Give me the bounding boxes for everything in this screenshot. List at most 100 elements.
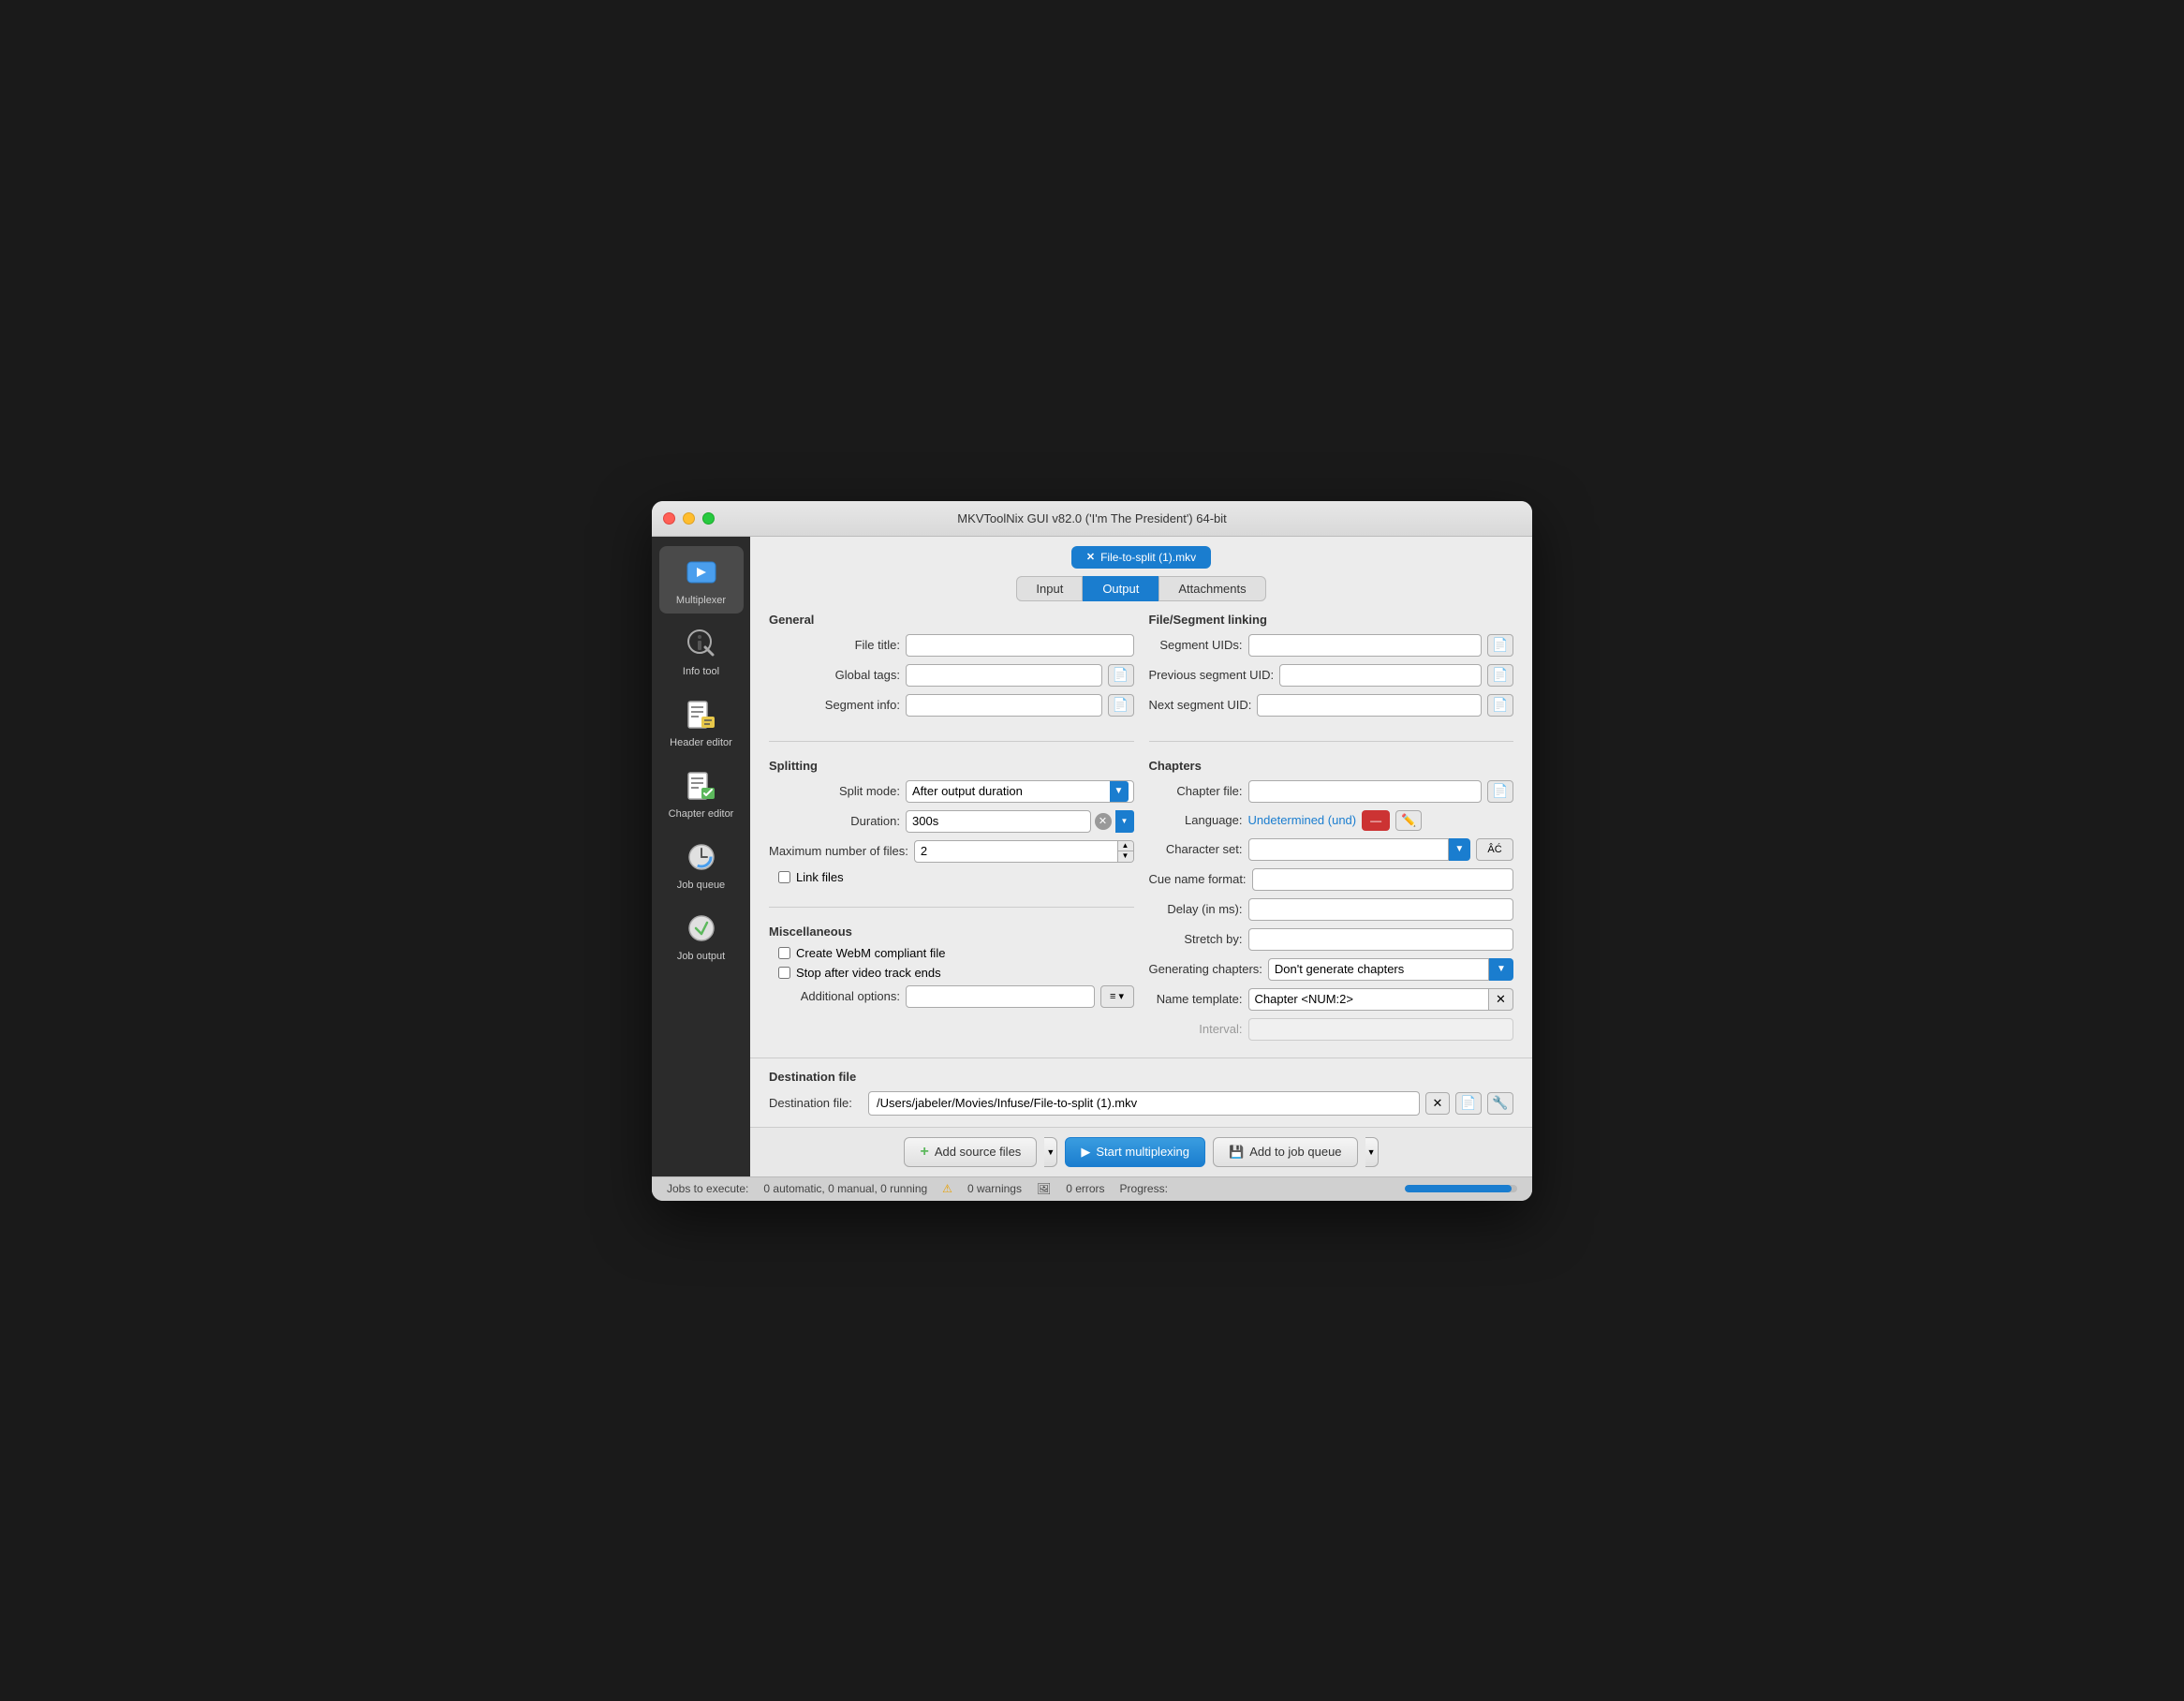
destination-extra-button[interactable]: 🔧 xyxy=(1487,1092,1513,1115)
global-tags-browse-button[interactable]: 📄 xyxy=(1108,664,1134,687)
add-to-job-queue-arrow-button[interactable]: ▼ xyxy=(1365,1137,1379,1167)
stretch-label: Stretch by: xyxy=(1149,932,1243,946)
jobs-value: 0 automatic, 0 manual, 0 running xyxy=(763,1182,927,1195)
sidebar-item-header-editor[interactable]: Header editor xyxy=(659,688,744,756)
segment-uids-input[interactable] xyxy=(1248,634,1483,657)
generating-chapters-select[interactable]: Don't generate chapters When splitting i… xyxy=(1268,958,1489,981)
next-segment-uid-input[interactable] xyxy=(1257,694,1482,717)
jobs-label: Jobs to execute: xyxy=(667,1182,748,1195)
chapter-file-input[interactable] xyxy=(1248,780,1483,803)
destination-browse-button[interactable]: 📄 xyxy=(1455,1092,1482,1115)
character-set-select[interactable] xyxy=(1248,838,1449,861)
output-tabs: Input Output Attachments xyxy=(750,576,1532,601)
add-source-label: Add source files xyxy=(935,1145,1022,1159)
language-clear-button[interactable]: — xyxy=(1362,810,1390,831)
sidebar-item-job-output[interactable]: Job output xyxy=(659,902,744,969)
destination-input[interactable] xyxy=(868,1091,1420,1116)
start-label: Start multiplexing xyxy=(1096,1145,1189,1159)
file-tab-close[interactable]: ✕ xyxy=(1086,551,1095,563)
duration-input[interactable] xyxy=(906,810,1091,833)
next-segment-uid-label: Next segment UID: xyxy=(1149,698,1252,712)
interval-input xyxy=(1248,1018,1514,1041)
segment-info-row: Segment info: 📄 xyxy=(769,694,1134,717)
tab-attachments[interactable]: Attachments xyxy=(1158,576,1265,601)
file-tab[interactable]: ✕ File-to-split (1).mkv xyxy=(1071,546,1211,569)
add-source-files-arrow-button[interactable]: ▼ xyxy=(1044,1137,1057,1167)
link-files-row: Link files xyxy=(769,870,1134,884)
segment-info-browse-button[interactable]: 📄 xyxy=(1108,694,1134,717)
language-label: Language: xyxy=(1149,813,1243,827)
duration-spinner-button[interactable]: ▼ xyxy=(1115,810,1134,833)
duration-wrap: ✕ ▼ xyxy=(906,810,1134,833)
duration-clear-button[interactable]: ✕ xyxy=(1095,813,1112,830)
additional-options-button[interactable]: ≡ ▾ xyxy=(1100,985,1134,1008)
character-set-label: Character set: xyxy=(1149,842,1243,856)
file-segment-title: File/Segment linking xyxy=(1149,613,1514,627)
name-template-row: Name template: ✕ xyxy=(1149,988,1514,1011)
sidebar-item-label: Header editor xyxy=(670,737,732,748)
progress-bar-fill xyxy=(1405,1185,1512,1192)
character-set-special-button[interactable]: ÂĆ xyxy=(1476,838,1513,861)
sidebar-item-label: Multiplexer xyxy=(676,595,726,606)
progress-bar-wrap xyxy=(1405,1185,1517,1192)
generating-chapters-dropdown-button[interactable]: ▼ xyxy=(1489,958,1513,981)
character-set-row: Character set: ▼ ÂĆ xyxy=(1149,838,1514,861)
prev-segment-uid-browse-button[interactable]: 📄 xyxy=(1487,664,1513,687)
link-files-checkbox[interactable] xyxy=(778,871,790,883)
header-editor-icon xyxy=(683,696,720,733)
tab-output[interactable]: Output xyxy=(1083,576,1158,601)
chapter-file-label: Chapter file: xyxy=(1149,784,1243,798)
right-panel: File/Segment linking Segment UIDs: 📄 Pre… xyxy=(1149,613,1514,1048)
max-files-input[interactable] xyxy=(914,840,1118,863)
prev-segment-uid-row: Previous segment UID: 📄 xyxy=(1149,664,1514,687)
stop-video-checkbox[interactable] xyxy=(778,967,790,979)
segment-uids-browse-button[interactable]: 📄 xyxy=(1487,634,1513,657)
stretch-input[interactable] xyxy=(1248,928,1514,951)
sidebar-item-info-tool[interactable]: Info tool xyxy=(659,617,744,685)
destination-row: Destination file: ✕ 📄 🔧 xyxy=(769,1091,1513,1116)
language-edit-button[interactable]: ✏️ xyxy=(1395,810,1422,831)
maximize-button[interactable] xyxy=(702,512,715,525)
name-template-clear-button[interactable]: ✕ xyxy=(1489,988,1513,1011)
split-mode-select[interactable]: After output duration Don't split After … xyxy=(906,780,1134,803)
interval-label: Interval: xyxy=(1149,1022,1243,1036)
main-panels: General File title: Global tags: 📄 Segme… xyxy=(750,613,1532,1048)
cue-name-input[interactable] xyxy=(1252,868,1513,891)
next-segment-uid-browse-button[interactable]: 📄 xyxy=(1487,694,1513,717)
delay-input[interactable] xyxy=(1248,898,1514,921)
max-files-up-button[interactable]: ▲ xyxy=(1118,841,1133,852)
prev-segment-uid-input[interactable] xyxy=(1279,664,1482,687)
start-multiplexing-button[interactable]: ▶ Start multiplexing xyxy=(1065,1137,1205,1167)
sidebar-item-label: Job output xyxy=(677,951,725,962)
segment-info-label: Segment info: xyxy=(769,698,900,712)
name-template-input[interactable] xyxy=(1248,988,1490,1011)
additional-options-label: Additional options: xyxy=(769,989,900,1003)
additional-options-input[interactable] xyxy=(906,985,1095,1008)
close-button[interactable] xyxy=(663,512,675,525)
add-to-job-queue-button[interactable]: 💾 Add to job queue xyxy=(1213,1137,1358,1167)
name-template-label: Name template: xyxy=(1149,992,1243,1006)
stop-video-label: Stop after video track ends xyxy=(796,966,941,980)
destination-clear-button[interactable]: ✕ xyxy=(1425,1092,1450,1115)
minimize-button[interactable] xyxy=(683,512,695,525)
job-queue-icon xyxy=(683,838,720,876)
character-set-dropdown-button[interactable]: ▼ xyxy=(1449,838,1470,861)
sidebar-item-job-queue[interactable]: Job queue xyxy=(659,831,744,898)
max-files-down-button[interactable]: ▼ xyxy=(1118,851,1133,862)
sidebar-item-chapter-editor[interactable]: Chapter editor xyxy=(659,760,744,827)
job-output-icon xyxy=(683,910,720,947)
tab-input[interactable]: Input xyxy=(1016,576,1083,601)
chapter-file-browse-button[interactable]: 📄 xyxy=(1487,780,1513,803)
sidebar-item-multiplexer[interactable]: Multiplexer xyxy=(659,546,744,614)
window-title: MKVToolNix GUI v82.0 ('I'm The President… xyxy=(957,511,1227,525)
duration-row: Duration: ✕ ▼ xyxy=(769,810,1134,833)
language-link[interactable]: Undetermined (und) xyxy=(1248,813,1357,827)
global-tags-input[interactable] xyxy=(906,664,1102,687)
file-title-input[interactable] xyxy=(906,634,1134,657)
webm-checkbox[interactable] xyxy=(778,947,790,959)
prev-segment-uid-label: Previous segment UID: xyxy=(1149,668,1275,682)
general-title: General xyxy=(769,613,1134,627)
segment-info-input[interactable] xyxy=(906,694,1102,717)
add-source-files-button[interactable]: + Add source files xyxy=(904,1137,1037,1167)
content-area: ✕ File-to-split (1).mkv Input Output Att… xyxy=(750,537,1532,1176)
